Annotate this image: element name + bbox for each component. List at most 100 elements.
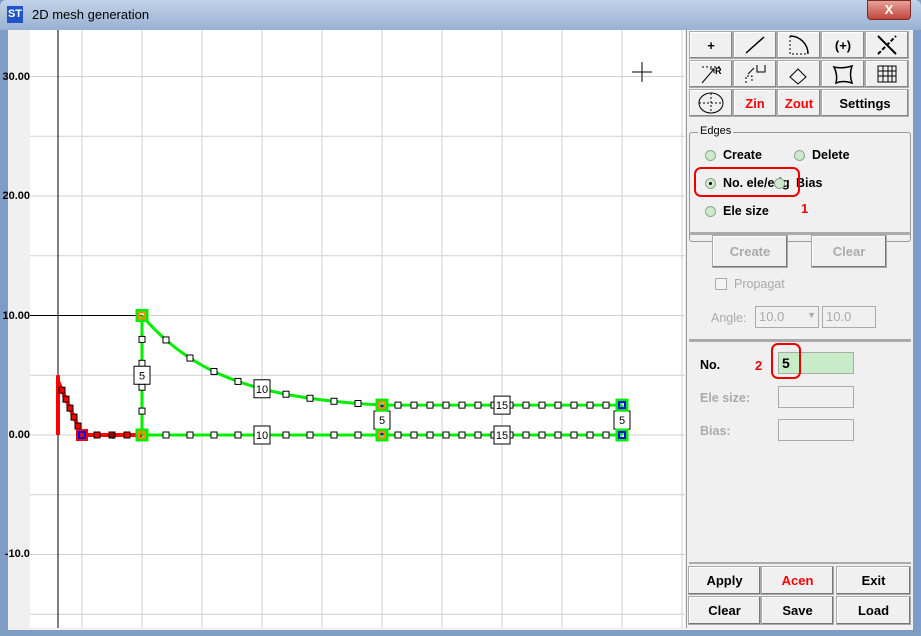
app-logo-icon: ST xyxy=(7,6,23,23)
mesh-canvas[interactable]: 4 5 10 10 15 15 5 5 xyxy=(30,16,685,628)
propagate-checkbox[interactable]: Propagat xyxy=(715,277,785,291)
load-button[interactable]: Load xyxy=(836,596,911,625)
mesh-node xyxy=(442,431,450,439)
mesh-node xyxy=(410,431,418,439)
copy-icon xyxy=(789,68,807,85)
annotation-number-1: 1 xyxy=(801,201,809,216)
edge-division-label: 10 xyxy=(256,430,268,442)
y-tick-label: 10.00 xyxy=(2,310,30,322)
copy-button[interactable] xyxy=(777,60,821,88)
mesh-node xyxy=(426,401,434,409)
save-button[interactable]: Save xyxy=(761,596,834,625)
mesh-node xyxy=(354,431,362,439)
mesh-node xyxy=(394,431,402,439)
ele-size-label: Ele size: xyxy=(700,391,751,405)
mesh-node xyxy=(210,367,218,375)
view-button[interactable] xyxy=(689,89,733,117)
radio-dot[interactable] xyxy=(705,149,716,161)
mesh-node xyxy=(410,401,418,409)
angle-field[interactable]: 10.0 xyxy=(822,306,876,328)
zoom-out-button[interactable]: Zout xyxy=(777,89,821,117)
edges-group-title: Edges xyxy=(698,125,734,137)
mesh-node xyxy=(570,401,578,409)
mesh-node xyxy=(66,404,74,412)
edge-division-label: 10 xyxy=(256,384,268,396)
arc-button[interactable] xyxy=(777,31,821,59)
exit-button[interactable]: Exit xyxy=(836,566,911,595)
circle-button[interactable]: (+) xyxy=(821,31,865,59)
clear-edge-button[interactable]: Clear xyxy=(811,235,887,268)
mesh-node xyxy=(554,401,562,409)
create-edge-button[interactable]: Create xyxy=(712,235,788,268)
mesh-node xyxy=(58,386,66,394)
circle-icon: (+) xyxy=(834,37,852,53)
mesh-drawing[interactable]: 4 5 10 10 15 15 5 5 xyxy=(30,16,685,628)
mesh-node xyxy=(138,383,146,391)
rotate-icon: R xyxy=(701,66,722,84)
y-tick-label: 20.00 xyxy=(2,190,30,202)
clear-button[interactable]: Clear xyxy=(688,596,761,625)
y-tick-label: 30.00 xyxy=(2,71,30,83)
edge-division-label: 5 xyxy=(379,415,385,427)
line-button[interactable] xyxy=(733,31,777,59)
delete-button[interactable] xyxy=(865,31,909,59)
vertex-marker xyxy=(76,429,88,441)
mesh-node xyxy=(330,431,338,439)
mesh-node xyxy=(538,401,546,409)
apply-button[interactable]: Apply xyxy=(688,566,761,595)
edge-division-label: 5 xyxy=(619,415,625,427)
crosshair-cursor-icon xyxy=(632,62,652,82)
settings-button[interactable]: Settings xyxy=(821,89,909,117)
radio-create[interactable]: Create xyxy=(705,148,762,162)
radio-label: Create xyxy=(723,148,762,162)
delete-icon xyxy=(877,35,897,55)
mesh-node xyxy=(162,431,170,439)
radio-delete[interactable]: Delete xyxy=(794,148,850,162)
mesh-node xyxy=(474,431,482,439)
zoom-in-button[interactable]: Zin xyxy=(733,89,777,117)
mesh-node xyxy=(442,401,450,409)
mesh-node xyxy=(162,336,170,344)
angle-label: Angle: xyxy=(711,311,747,325)
angle-select-value: 10.0 xyxy=(759,309,785,324)
radio-dot[interactable] xyxy=(705,205,716,217)
bias-input[interactable] xyxy=(778,419,854,441)
title-bar: ST 2D mesh generation X xyxy=(0,0,921,30)
angle-select[interactable]: 10.0 ▼ xyxy=(755,306,819,328)
arc-icon xyxy=(789,35,809,55)
move-button[interactable] xyxy=(733,60,777,88)
transform-button[interactable]: R xyxy=(689,60,733,88)
mesh-node xyxy=(234,377,242,385)
mesh-icon xyxy=(877,65,897,83)
checkbox-box[interactable] xyxy=(715,278,727,290)
ele-size-input[interactable] xyxy=(778,386,854,408)
mesh-node xyxy=(186,431,194,439)
add-point-button[interactable]: + xyxy=(689,31,733,59)
radio-dot[interactable] xyxy=(794,149,805,161)
mesh-node xyxy=(586,431,594,439)
edge-division-label: 15 xyxy=(496,400,508,412)
control-panel: + (+) R Zin Zout Settings Edges Create D… xyxy=(686,30,913,628)
mesh-node xyxy=(354,399,362,407)
edge-division-label: 5 xyxy=(139,370,145,382)
checkbox-label: Propagat xyxy=(734,277,785,291)
close-button[interactable]: X xyxy=(867,0,911,20)
globe-icon xyxy=(698,92,724,114)
mesh-node xyxy=(522,431,530,439)
mesh-node xyxy=(306,431,314,439)
radio-ele-size[interactable]: Ele size xyxy=(705,204,769,218)
mesh-node xyxy=(330,397,338,405)
mesh-node xyxy=(570,431,578,439)
mesh-button[interactable] xyxy=(865,60,909,88)
mesh-node xyxy=(74,422,82,430)
mesh-node xyxy=(210,431,218,439)
divider xyxy=(689,562,911,564)
mesh-node xyxy=(138,407,146,415)
acen-button[interactable]: Acen xyxy=(761,566,834,595)
mesh-node xyxy=(123,431,131,439)
edge-division-label: 15 xyxy=(496,430,508,442)
line-icon xyxy=(745,36,765,54)
mesh-node xyxy=(186,354,194,362)
surface-button[interactable] xyxy=(821,60,865,88)
mesh-node xyxy=(586,401,594,409)
